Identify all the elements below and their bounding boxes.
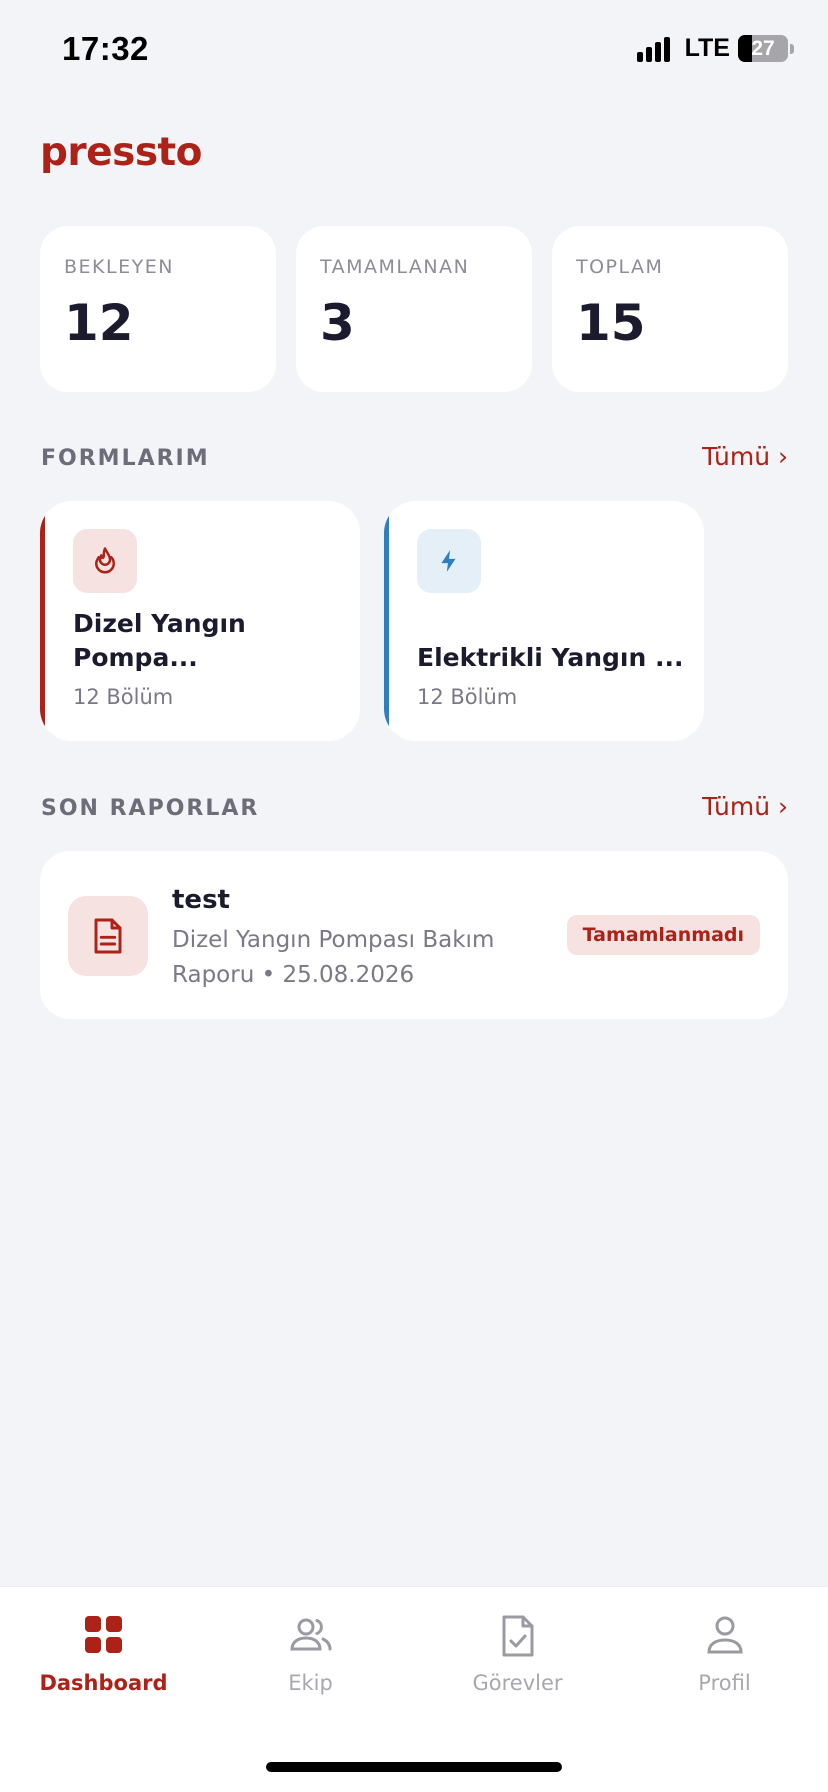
network-type: LTE <box>684 34 730 62</box>
home-indicator <box>266 1762 562 1772</box>
report-subtitle-line1: Dizel Yangın Pompası Bakım <box>172 927 495 953</box>
stat-card-pending[interactable]: BEKLEYEN 12 <box>40 226 276 392</box>
form-section-count: 12 Bölüm <box>417 685 518 709</box>
flame-icon <box>73 529 137 593</box>
forms-section-title: FORMLARIM <box>41 446 210 471</box>
form-card-diesel-pump[interactable]: Dizel Yangın Pompa... 12 Bölüm <box>40 501 360 741</box>
report-title: test <box>172 885 230 915</box>
clipboard-check-icon <box>500 1615 536 1661</box>
stat-value: 12 <box>64 294 134 352</box>
bolt-icon <box>417 529 481 593</box>
card-accent <box>384 501 389 741</box>
report-subtitle: Dizel Yangın Pompası Bakım Raporu • 25.0… <box>172 923 502 993</box>
report-card[interactable]: test Dizel Yangın Pompası Bakım Raporu •… <box>40 851 788 1019</box>
app-logo: pressto <box>40 130 202 175</box>
form-section-count: 12 Bölüm <box>73 685 174 709</box>
stat-label: TAMAMLANAN <box>320 256 470 278</box>
tab-label: Görevler <box>472 1671 563 1695</box>
status-bar: 17:32 LTE 27 <box>0 0 828 100</box>
signal-icon <box>636 36 673 62</box>
form-card-electric-pump[interactable]: Elektrikli Yangın ... 12 Bölüm <box>384 501 704 741</box>
battery-icon: 27 <box>738 35 788 62</box>
report-subtitle-line2: Raporu • 25.08.2026 <box>172 962 415 988</box>
stat-label: TOPLAM <box>576 256 664 278</box>
tab-tasks[interactable]: Görevler <box>414 1587 621 1707</box>
stat-card-completed[interactable]: TAMAMLANAN 3 <box>296 226 532 392</box>
tab-dashboard[interactable]: Dashboard <box>0 1587 207 1707</box>
battery-level: 27 <box>751 36 775 60</box>
stat-value: 3 <box>320 294 355 352</box>
form-title-line1: Dizel Yangın <box>73 609 246 638</box>
user-icon <box>706 1615 744 1659</box>
battery-tip <box>790 43 794 54</box>
card-accent <box>40 501 45 741</box>
tab-label: Profil <box>698 1671 751 1695</box>
tab-label: Ekip <box>288 1671 333 1695</box>
tab-label: Dashboard <box>39 1671 168 1695</box>
status-time: 17:32 <box>62 30 149 67</box>
grid-icon <box>84 1615 124 1659</box>
stat-label: BEKLEYEN <box>64 256 174 278</box>
users-icon <box>289 1615 333 1659</box>
reports-section-title: SON RAPORLAR <box>41 796 260 821</box>
stat-value: 15 <box>576 294 646 352</box>
tab-profile[interactable]: Profil <box>621 1587 828 1707</box>
tab-bar: Dashboard Ekip Görevler Profil <box>0 1586 828 1792</box>
tab-team[interactable]: Ekip <box>207 1587 414 1707</box>
form-title: Elektrikli Yangın ... <box>417 643 684 672</box>
form-title-line2: Pompa... <box>73 643 198 672</box>
document-icon <box>68 896 148 976</box>
reports-see-all-link[interactable]: Tümü › <box>702 792 788 821</box>
stat-card-total[interactable]: TOPLAM 15 <box>552 226 788 392</box>
status-indicators: LTE 27 <box>636 34 794 63</box>
status-badge: Tamamlanmadı <box>566 915 760 955</box>
forms-see-all-link[interactable]: Tümü › <box>702 442 788 471</box>
